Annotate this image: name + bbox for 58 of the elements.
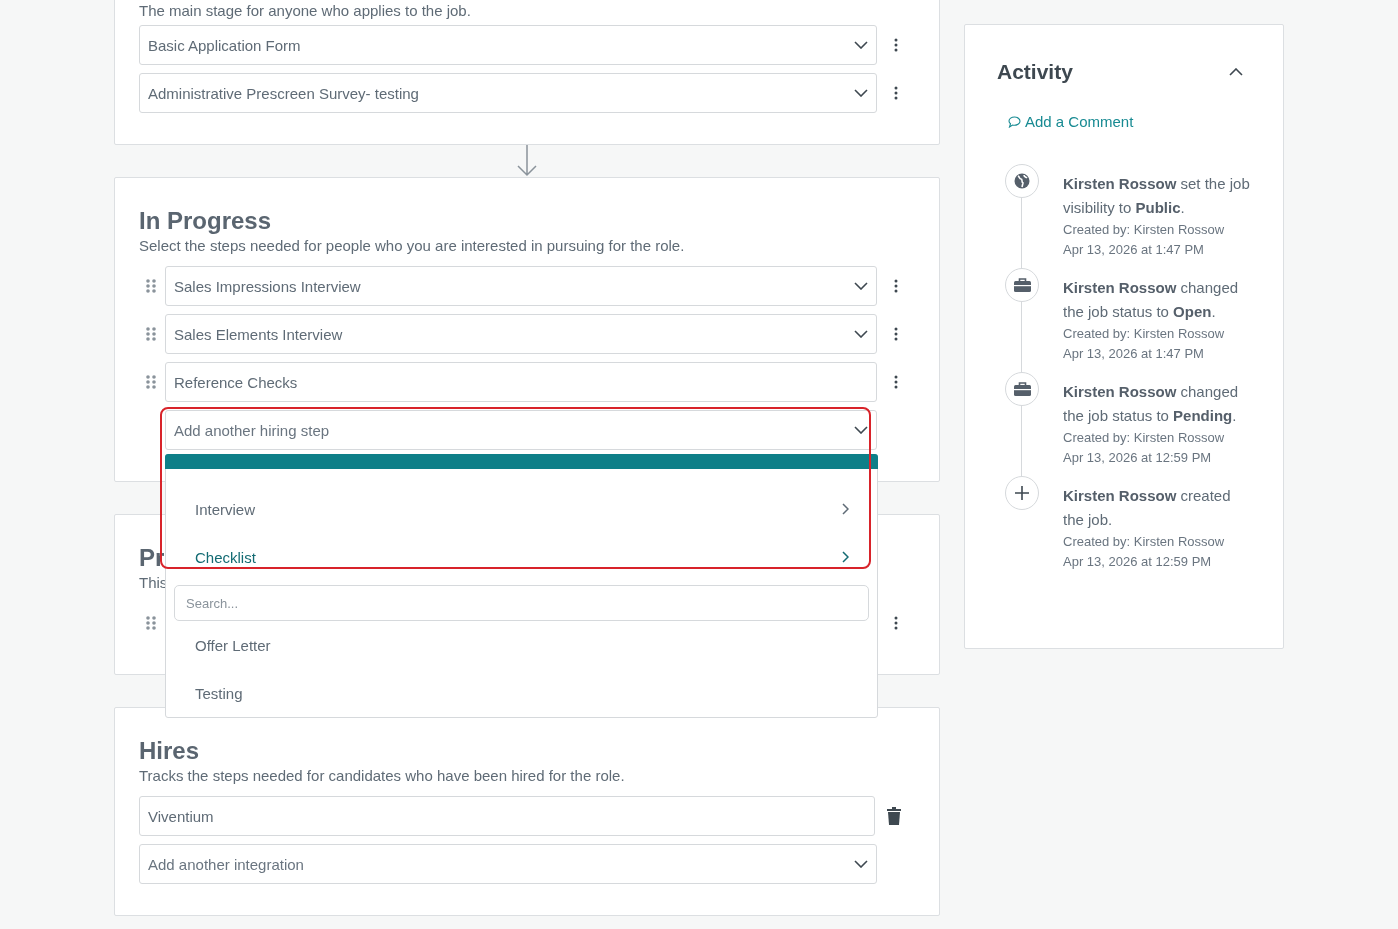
chevron-down-icon[interactable]	[854, 860, 869, 868]
add-step-dropdown[interactable]: Add another integration	[139, 844, 878, 884]
drag-handle-icon[interactable]	[146, 279, 156, 293]
comment-icon	[1008, 115, 1021, 128]
stage-description: The main stage for anyone who applies to the job.	[139, 1, 471, 21]
created-by: Created by: Kirsten Rossow	[1063, 429, 1226, 447]
add-step-dropdown[interactable]: Add another hiring step	[164, 410, 878, 450]
step-dropdown[interactable]: Sales Elements Interview	[164, 314, 878, 354]
activity-text: Kirsten Rossow set the job visibility to Public.	[1063, 174, 1251, 218]
activity-time: Apr 13, 2026 at 1:47 PM	[1063, 241, 1205, 259]
chevron-down-icon[interactable]	[854, 330, 869, 338]
collapse-icon[interactable]	[1229, 68, 1243, 76]
more-options-icon[interactable]	[894, 327, 898, 341]
menu-item[interactable]: Testing	[166, 669, 877, 717]
menu-item[interactable]: Interview	[166, 485, 877, 533]
chevron-down-icon[interactable]	[854, 41, 869, 49]
chevron-right-icon	[842, 503, 849, 515]
briefcase-icon	[1013, 278, 1031, 292]
activity-text: Kirsten Rossow created the job.	[1063, 486, 1232, 530]
menu-item[interactable]: Offer Letter	[166, 621, 877, 669]
menu-item[interactable]: Checklist	[166, 533, 877, 581]
created-by: Created by: Kirsten Rossow	[1063, 221, 1226, 239]
drag-handle-icon[interactable]	[146, 375, 156, 389]
drag-handle-icon[interactable]	[146, 327, 156, 341]
step-dropdown[interactable]: Administrative Prescreen Survey- testing	[139, 73, 878, 113]
more-options-icon[interactable]	[894, 86, 898, 100]
chevron-down-icon[interactable]	[854, 426, 869, 434]
stage-title: Hires	[139, 736, 200, 766]
panel-title: Activity	[997, 59, 1073, 85]
more-options-icon[interactable]	[894, 38, 898, 52]
search-field[interactable]: Search...	[174, 585, 869, 621]
activity-text: Kirsten Rossow changed the job status to Pending.	[1063, 382, 1240, 426]
activity-time: Apr 13, 2026 at 12:59 PM	[1063, 553, 1213, 571]
activity-text: Kirsten Rossow changed the job status to Open.	[1063, 278, 1240, 322]
briefcase-icon	[1013, 382, 1031, 396]
stage-title: In Progress	[139, 206, 272, 236]
more-options-icon[interactable]	[894, 375, 898, 389]
down-arrow-icon	[516, 145, 538, 177]
step-field[interactable]: Reference Checks	[164, 362, 878, 402]
stage-description: Select the steps needed for people who you are interested in pursuing for the role.	[139, 236, 685, 256]
drag-handle-icon[interactable]	[146, 616, 156, 630]
plus-icon	[1015, 486, 1029, 500]
activity-time: Apr 13, 2026 at 1:47 PM	[1063, 345, 1205, 363]
created-by: Created by: Kirsten Rossow	[1063, 533, 1226, 551]
more-options-icon[interactable]	[894, 616, 898, 630]
more-options-icon[interactable]	[894, 279, 898, 293]
activity-time: Apr 13, 2026 at 12:59 PM	[1063, 449, 1213, 467]
trash-icon[interactable]	[887, 807, 901, 825]
stage-description: Tracks the steps needed for candidates who have been hired for the role.	[139, 766, 625, 786]
step-dropdown[interactable]: Sales Impressions Interview	[164, 266, 878, 306]
created-by: Created by: Kirsten Rossow	[1063, 325, 1226, 343]
step-dropdown[interactable]: Basic Application Form	[139, 25, 878, 65]
chevron-right-icon	[842, 551, 849, 563]
globe-icon	[1014, 173, 1030, 189]
step-field[interactable]: Viventium	[139, 796, 875, 836]
add-comment-link[interactable]: Add a Comment	[1008, 113, 1134, 130]
chevron-down-icon[interactable]	[854, 89, 869, 97]
chevron-down-icon[interactable]	[854, 282, 869, 290]
